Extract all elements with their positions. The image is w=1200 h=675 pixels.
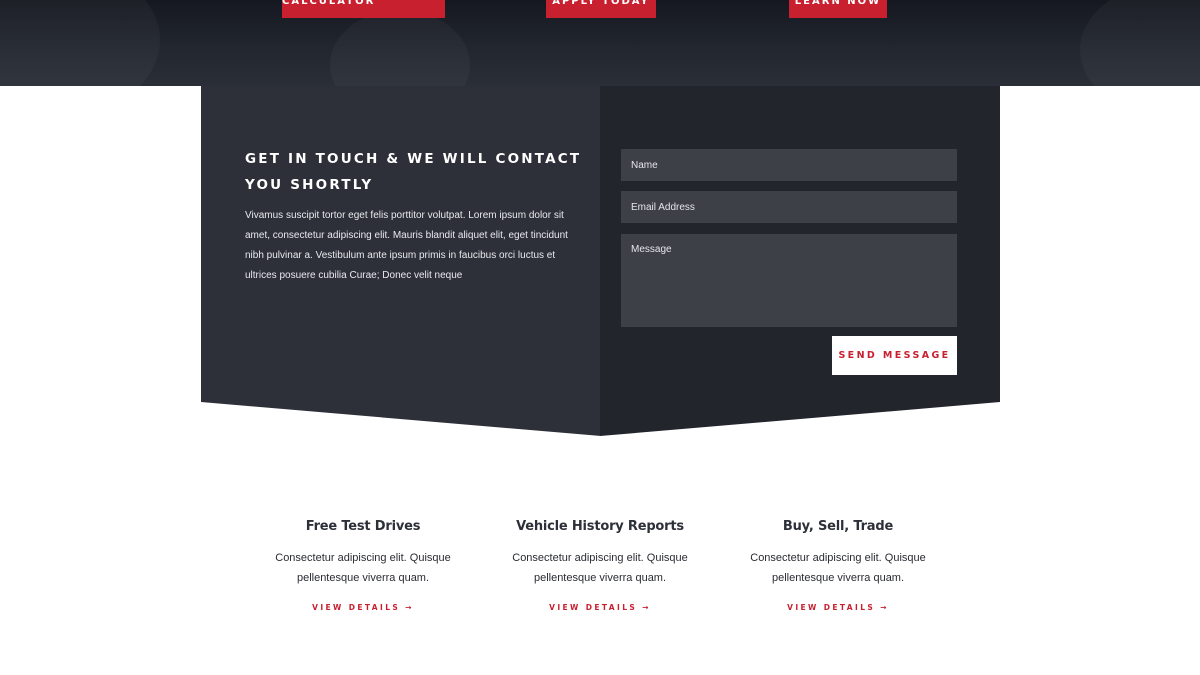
payment-calculator-button[interactable]: PAYMENT CALCULATOR — [282, 0, 445, 18]
contact-description: Vivamus suscipit tortor eget felis portt… — [245, 210, 568, 281]
apply-today-button[interactable]: APPLY TODAY — [546, 0, 656, 18]
feature-description: Consectetur adipiscing elit. Quisque pel… — [750, 552, 926, 584]
hero-background-shape — [0, 0, 160, 86]
hero-section: PAYMENT CALCULATOR APPLY TODAY LEARN NOW — [0, 0, 1200, 86]
view-details-link[interactable]: VIEW DETAILS → — [549, 603, 651, 612]
feature-buy-sell-trade: Buy, Sell, Trade Consectetur adipiscing … — [718, 516, 958, 615]
feature-description: Consectetur adipiscing elit. Quisque pel… — [275, 552, 451, 584]
feature-description: Consectetur adipiscing elit. Quisque pel… — [512, 552, 688, 584]
name-field[interactable] — [621, 149, 957, 181]
feature-free-test-drives: Free Test Drives Consectetur adipiscing … — [243, 516, 483, 615]
send-message-button[interactable]: SEND MESSAGE — [832, 336, 957, 375]
hero-background-shape — [1080, 0, 1200, 86]
learn-now-button[interactable]: LEARN NOW — [789, 0, 887, 18]
hero-background-shape — [330, 10, 470, 86]
view-details-link[interactable]: VIEW DETAILS → — [787, 603, 889, 612]
feature-title: Free Test Drives — [305, 519, 421, 534]
message-field[interactable] — [621, 234, 957, 327]
email-field[interactable] — [621, 191, 957, 223]
feature-title: Buy, Sell, Trade — [782, 519, 894, 534]
feature-vehicle-history-reports: Vehicle History Reports Consectetur adip… — [480, 516, 720, 615]
feature-title: Vehicle History Reports — [516, 519, 684, 534]
contact-heading: GET IN TOUCH & WE WILL CONTACT YOU SHORT… — [245, 151, 582, 193]
view-details-link[interactable]: VIEW DETAILS → — [312, 603, 414, 612]
